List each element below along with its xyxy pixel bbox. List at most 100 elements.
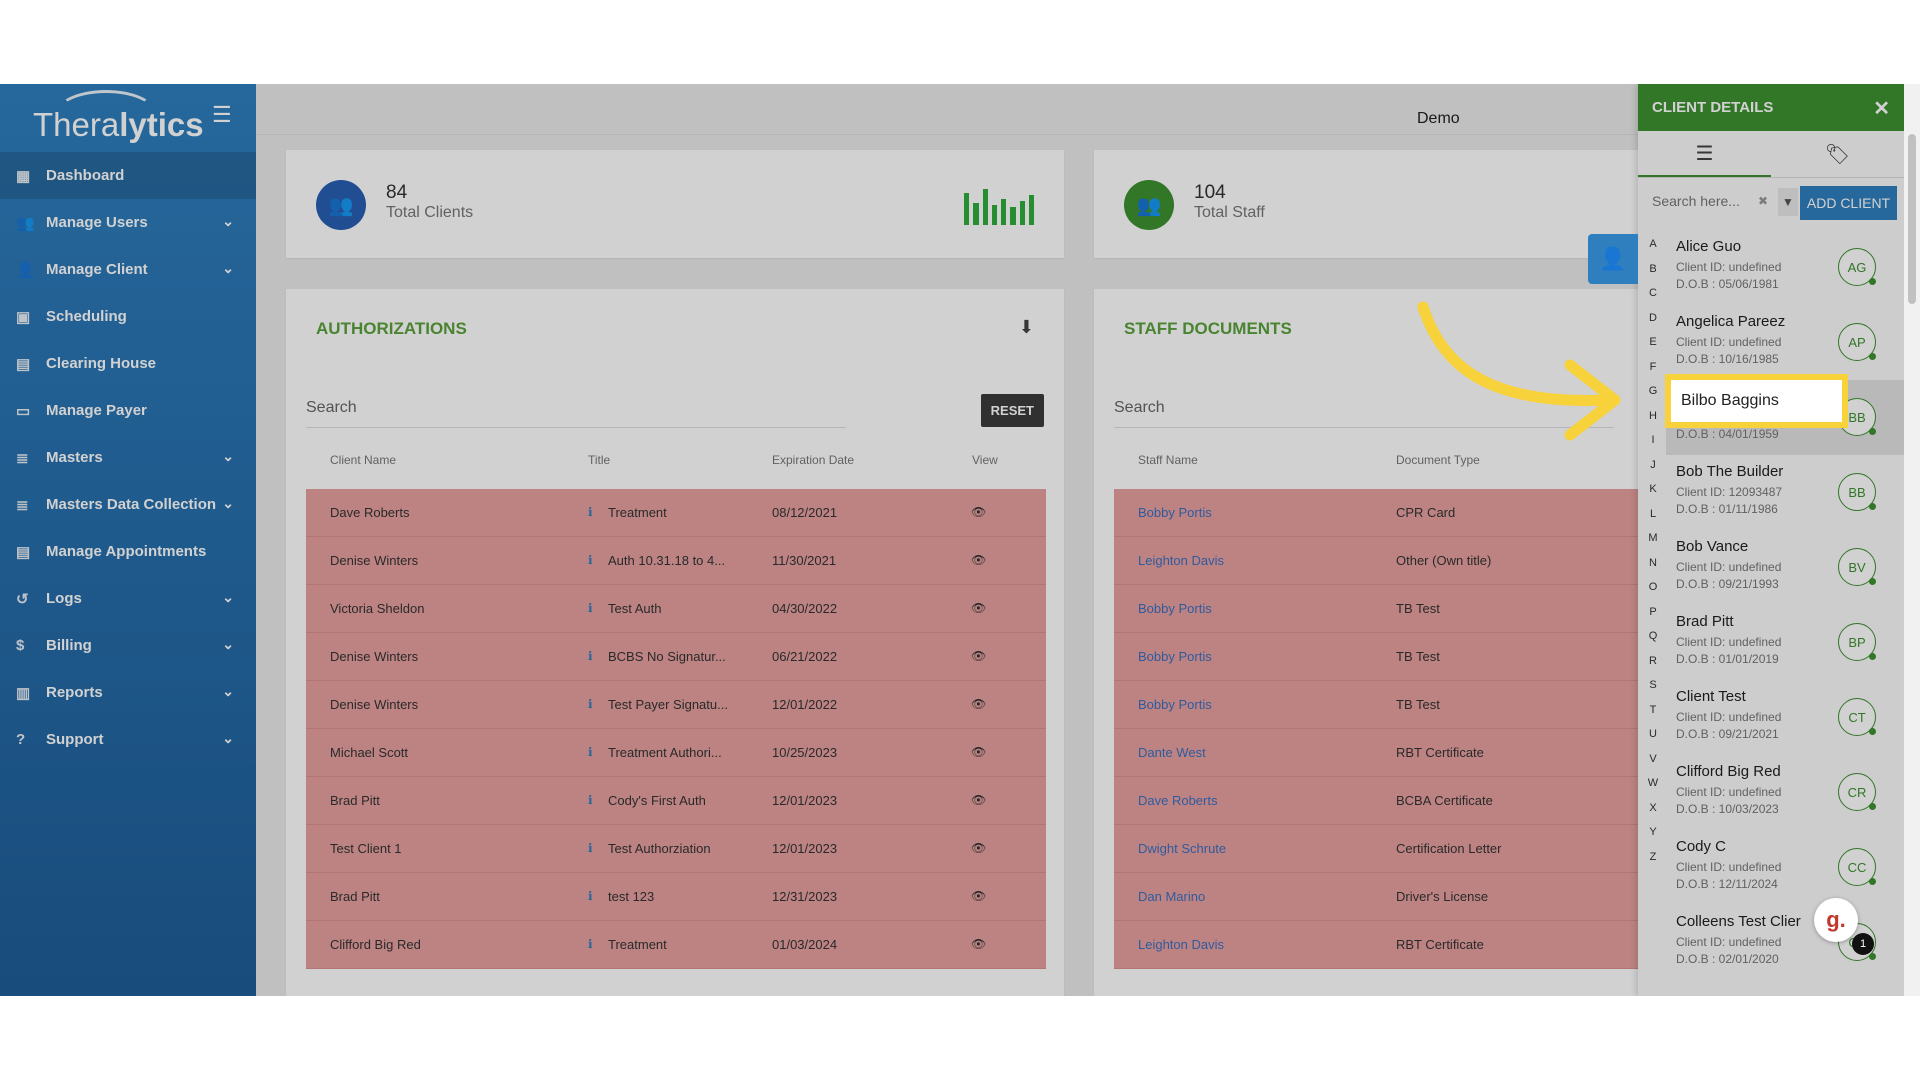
avatar[interactable]: BP [1838, 623, 1876, 661]
table-row[interactable]: Dwight Schrute Certification Letter [1114, 825, 1638, 873]
table-row[interactable]: Dave Roberts ℹ Treatment 08/12/2021 👁 [306, 489, 1046, 537]
info-icon[interactable]: ℹ [588, 841, 593, 855]
table-row[interactable]: Bobby Portis TB Test [1114, 585, 1638, 633]
chevron-down-icon[interactable]: ⌄ [222, 260, 234, 277]
chevron-down-icon[interactable]: ⌄ [222, 448, 234, 465]
eye-icon[interactable]: 👁 [971, 505, 986, 519]
table-row[interactable]: Clifford Big Red ℹ Treatment 01/03/2024 👁 [306, 921, 1046, 969]
info-icon[interactable]: ℹ [588, 601, 593, 615]
info-icon[interactable]: ℹ [588, 745, 593, 759]
highlighted-client[interactable]: Bilbo Baggins [1665, 374, 1848, 428]
sidebar-item-masters[interactable]: ≣ Masters ⌄ [0, 434, 256, 481]
table-row[interactable]: Denise Winters ℹ BCBS No Signatur... 06/21/… [306, 633, 1046, 681]
avatar[interactable]: BV [1838, 548, 1876, 586]
staff-name-link[interactable]: Bobby Portis [1138, 505, 1212, 520]
table-row[interactable]: Bobby Portis TB Test [1114, 633, 1638, 681]
eye-icon[interactable]: 👁 [971, 793, 986, 807]
table-row[interactable]: Bobby Portis TB Test [1114, 681, 1638, 729]
sidebar-item-manage-payer[interactable]: ▭ Manage Payer [0, 387, 256, 434]
reset-button[interactable]: RESET [980, 394, 1044, 427]
avatar[interactable]: CR [1838, 773, 1876, 811]
sidebar-item-manage-client[interactable]: 👤 Manage Client ⌄ [0, 246, 256, 293]
sidebar-item-scheduling[interactable]: ▣ Scheduling [0, 293, 256, 340]
alphabet-letter[interactable]: X [1646, 796, 1660, 821]
staff-name-link[interactable]: Dante West [1138, 745, 1206, 760]
col-title[interactable]: Title [588, 453, 610, 467]
avatar[interactable]: CT [1838, 698, 1876, 736]
alphabet-letter[interactable]: C [1646, 281, 1660, 306]
table-row[interactable]: Dan Marino Driver's License [1114, 873, 1638, 921]
chevron-down-icon[interactable]: ⌄ [222, 495, 234, 512]
alphabet-letter[interactable]: V [1646, 747, 1660, 772]
table-row[interactable]: Bobby Portis CPR Card [1114, 489, 1638, 537]
scrollbar-thumb[interactable] [1908, 134, 1916, 304]
tag-tab-icon[interactable]: 🏷 [1771, 131, 1904, 177]
table-row[interactable]: Leighton Davis Other (Own title) [1114, 537, 1638, 585]
alphabet-letter[interactable]: G [1646, 379, 1660, 404]
info-icon[interactable]: ℹ [588, 553, 593, 567]
alphabet-letter[interactable]: K [1646, 477, 1660, 502]
table-row[interactable]: Victoria Sheldon ℹ Test Auth 04/30/2022 👁 [306, 585, 1046, 633]
alphabet-letter[interactable]: Q [1646, 624, 1660, 649]
chevron-down-icon[interactable]: ⌄ [222, 636, 234, 653]
table-row[interactable]: Dave Roberts BCBA Certificate [1114, 777, 1638, 825]
chat-widget-button[interactable]: g. [1814, 898, 1858, 942]
close-icon[interactable]: ✕ [1873, 96, 1890, 121]
alphabet-letter[interactable]: D [1646, 306, 1660, 331]
filter-icon[interactable]: ▼ [1778, 188, 1798, 216]
sidebar-item-logs[interactable]: ↺ Logs ⌄ [0, 575, 256, 622]
client-list-item[interactable]: Cody C Client ID: undefined D.O.B : 12/11/… [1666, 830, 1904, 905]
info-icon[interactable]: ℹ [588, 889, 593, 903]
col-expiration-date[interactable]: Expiration Date [772, 453, 854, 467]
avatar[interactable]: CC [1838, 848, 1876, 886]
avatar[interactable]: AP [1838, 323, 1876, 361]
sidebar-item-reports[interactable]: ▥ Reports ⌄ [0, 669, 256, 716]
eye-icon[interactable]: 👁 [971, 601, 986, 615]
info-icon[interactable]: ℹ [588, 505, 593, 519]
table-row[interactable]: Brad Pitt ℹ Cody's First Auth 12/01/2023 👁 [306, 777, 1046, 825]
staff-name-link[interactable]: Dwight Schrute [1138, 841, 1226, 856]
eye-icon[interactable]: 👁 [971, 841, 986, 855]
avatar[interactable]: BB [1838, 473, 1876, 511]
alphabet-letter[interactable]: P [1646, 600, 1660, 625]
staff-name-link[interactable]: Dave Roberts [1138, 793, 1217, 808]
eye-icon[interactable]: 👁 [971, 553, 986, 567]
table-row[interactable]: Dante West RBT Certificate [1114, 729, 1638, 777]
client-search-input[interactable]: Search here... [1652, 193, 1740, 209]
table-row[interactable]: Denise Winters ℹ Test Payer Signatu... 12/0… [306, 681, 1046, 729]
table-row[interactable]: Test Client 1 ℹ Test Authorziation 12/01/20… [306, 825, 1046, 873]
alphabet-letter[interactable]: L [1646, 502, 1660, 527]
sidebar-item-manage-users[interactable]: 👥 Manage Users ⌄ [0, 199, 256, 246]
eye-icon[interactable]: 👁 [971, 649, 986, 663]
add-client-button[interactable]: ADD CLIENT [1800, 186, 1897, 220]
logo[interactable]: Theralytics [33, 106, 204, 144]
staff-name-link[interactable]: Leighton Davis [1138, 937, 1224, 952]
sidebar-item-clearing-house[interactable]: ▤ Clearing House [0, 340, 256, 387]
staff-name-link[interactable]: Bobby Portis [1138, 649, 1212, 664]
alphabet-letter[interactable]: I [1646, 428, 1660, 453]
sidebar-item-billing[interactable]: $ Billing ⌄ [0, 622, 256, 669]
col-staff-name[interactable]: Staff Name [1138, 453, 1198, 467]
alphabet-letter[interactable]: U [1646, 722, 1660, 747]
info-icon[interactable]: ℹ [588, 793, 593, 807]
alphabet-letter[interactable]: R [1646, 649, 1660, 674]
eye-icon[interactable]: 👁 [971, 697, 986, 711]
user-name[interactable]: Demo [1417, 110, 1460, 128]
info-icon[interactable]: ℹ [588, 937, 593, 951]
download-icon[interactable]: ⬇ [1019, 317, 1034, 338]
staff-name-link[interactable]: Bobby Portis [1138, 697, 1212, 712]
chevron-down-icon[interactable]: ⌄ [222, 589, 234, 606]
menu-toggle-icon[interactable]: ☰ [212, 102, 232, 128]
clear-search-icon[interactable]: ✖ [1758, 194, 1768, 208]
alphabet-letter[interactable]: Z [1646, 845, 1660, 870]
authorizations-search-input[interactable]: Search [306, 399, 846, 428]
alphabet-letter[interactable]: T [1646, 698, 1660, 723]
staff-name-link[interactable]: Leighton Davis [1138, 553, 1224, 568]
eye-icon[interactable]: 👁 [971, 937, 986, 951]
chat-notification-badge[interactable]: 1 [1852, 933, 1874, 955]
alphabet-letter[interactable]: Y [1646, 820, 1660, 845]
client-list-item[interactable]: Client Test Client ID: undefined D.O.B : 0… [1666, 680, 1904, 755]
table-row[interactable]: Leighton Davis RBT Certificate [1114, 921, 1638, 969]
alphabet-letter[interactable]: B [1646, 257, 1660, 282]
sidebar-item-support[interactable]: ? Support ⌄ [0, 716, 256, 763]
